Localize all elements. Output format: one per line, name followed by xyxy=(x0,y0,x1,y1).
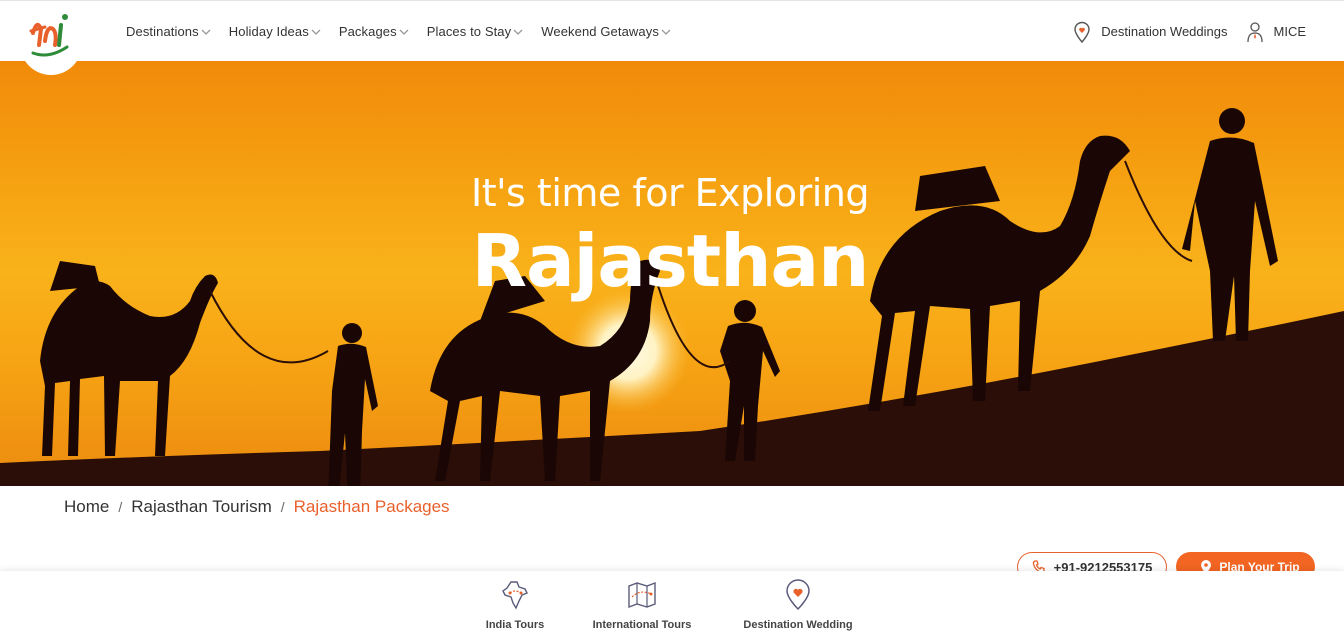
folded-map-icon xyxy=(628,581,656,609)
tab-destination-wedding[interactable]: Destination Wedding xyxy=(739,579,857,631)
hero-text: It's time for Exploring Rajasthan xyxy=(0,171,1340,303)
logo-icon xyxy=(29,14,69,57)
tab-label: Destination Wedding xyxy=(743,619,853,631)
top-header: Destinations Holiday Ideas Packages Plac… xyxy=(0,0,1344,75)
tab-label: International Tours xyxy=(592,619,692,631)
site-logo[interactable] xyxy=(20,1,82,75)
bottom-category-bar: India Tours International Tours Destinat… xyxy=(0,571,1344,641)
tab-label: India Tours xyxy=(485,619,545,631)
chevron-down-icon xyxy=(201,28,211,36)
chevron-down-icon xyxy=(513,28,523,36)
nav-label: Places to Stay xyxy=(426,24,512,39)
destination-weddings-label: Destination Weddings xyxy=(1101,24,1228,39)
nav-weekend-getaways[interactable]: Weekend Getaways xyxy=(541,24,671,39)
header-right-links: Destination Weddings MICE xyxy=(1055,1,1306,62)
mice-label: MICE xyxy=(1273,24,1307,39)
heart-pin-icon xyxy=(1074,21,1090,43)
nav-label: Destinations xyxy=(126,24,199,39)
breadcrumb: Home / Rajasthan Tourism / Rajasthan Pac… xyxy=(64,497,450,517)
destination-weddings-link[interactable]: Destination Weddings xyxy=(1073,21,1228,43)
india-map-icon xyxy=(502,581,528,610)
chevron-down-icon xyxy=(311,28,321,36)
nav-label: Weekend Getaways xyxy=(541,24,659,39)
business-person-icon xyxy=(1246,21,1263,42)
tab-international-tours[interactable]: International Tours xyxy=(589,579,695,631)
breadcrumb-separator: / xyxy=(118,499,123,515)
heart-pin-icon xyxy=(786,579,810,611)
breadcrumb-current: Rajasthan Packages xyxy=(293,497,450,516)
nav-places-to-stay[interactable]: Places to Stay xyxy=(427,24,524,39)
breadcrumb-separator: / xyxy=(280,499,285,515)
hero-subtitle: It's time for Exploring xyxy=(470,171,870,215)
chevron-down-icon xyxy=(399,28,409,36)
chevron-down-icon xyxy=(661,28,671,36)
main-nav: Destinations Holiday Ideas Packages Plac… xyxy=(126,1,689,62)
breadcrumb-rajasthan-tourism[interactable]: Rajasthan Tourism xyxy=(131,497,271,517)
nav-packages[interactable]: Packages xyxy=(339,24,409,39)
nav-label: Packages xyxy=(338,24,397,39)
hero-banner: It's time for Exploring Rajasthan xyxy=(0,61,1344,486)
tab-india-tours[interactable]: India Tours xyxy=(484,579,546,631)
mice-link[interactable]: MICE xyxy=(1246,21,1307,43)
breadcrumb-home[interactable]: Home xyxy=(64,497,109,517)
nav-holiday-ideas[interactable]: Holiday Ideas xyxy=(229,24,321,39)
hero-title: Rajasthan xyxy=(471,219,870,303)
nav-destinations[interactable]: Destinations xyxy=(126,24,211,39)
nav-label: Holiday Ideas xyxy=(228,24,309,39)
